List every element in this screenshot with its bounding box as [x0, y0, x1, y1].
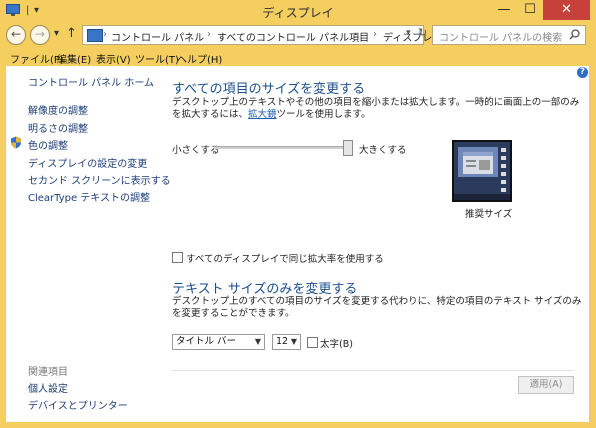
breadcrumb-control-panel[interactable]: コントロール パネル	[111, 29, 204, 44]
section2-description: デスクトップ上のすべての項目のサイズを変更する代わりに、特定の項目のテキスト サ…	[172, 296, 582, 319]
font-size-select-value: 12	[276, 336, 289, 347]
related-link-personalization[interactable]: 個人設定	[28, 380, 68, 395]
apply-button[interactable]: 適用(A)	[518, 376, 574, 394]
breadcrumb-separator: ›	[207, 29, 211, 40]
slider-min-label: 小さくする	[172, 145, 220, 156]
preview-caption: 推奨サイズ	[465, 209, 513, 220]
sidebar-item-resolution[interactable]: 解像度の調整	[28, 102, 88, 117]
forward-button[interactable]: →	[30, 25, 50, 45]
divider	[172, 370, 574, 371]
title-bar[interactable]: | ▾ ディスプレイ — ☐ ✕	[0, 0, 596, 22]
menu-bar: ファイル(F) 編集(E) 表示(V) ツール(T) ヘルプ(H)	[0, 48, 596, 66]
description-text: ツールを使用します。	[276, 109, 371, 120]
close-button[interactable]: ✕	[543, 0, 590, 20]
chevron-down-icon: ▼	[290, 337, 297, 346]
sidebar-item-brightness[interactable]: 明るさの調整	[28, 120, 88, 135]
breadcrumb-separator: ›	[373, 29, 377, 40]
item-select[interactable]: タイトル バー ▼	[172, 334, 265, 350]
size-slider-thumb[interactable]	[343, 140, 353, 156]
section-description: デスクトップ上のテキストやその他の項目を縮小または拡大します。一時的に画面上の一…	[172, 97, 582, 121]
menu-tools[interactable]: ツール(T)	[135, 51, 179, 66]
chevron-down-icon: ▼	[254, 337, 261, 346]
menu-help[interactable]: ヘルプ(H)	[177, 51, 222, 66]
same-scale-checkbox[interactable]	[172, 252, 183, 263]
menu-file[interactable]: ファイル(F)	[10, 51, 64, 66]
sidebar-control-panel-home[interactable]: コントロール パネル ホーム	[28, 74, 154, 89]
help-icon[interactable]: ?	[577, 67, 588, 78]
related-heading: 関連項目	[28, 367, 68, 378]
sidebar-item-color[interactable]: 色の調整	[28, 137, 68, 152]
section-title-text-size: テキスト サイズのみを変更する	[172, 282, 358, 297]
related-link-devices-printers[interactable]: デバイスとプリンター	[28, 397, 128, 412]
sidebar-item-cleartype[interactable]: ClearType テキストの調整	[28, 189, 150, 204]
up-arrow-icon[interactable]: ↑	[66, 26, 77, 41]
maximize-button[interactable]: ☐	[517, 0, 543, 20]
item-select-value: タイトル バー	[176, 336, 237, 347]
same-scale-checkbox-label[interactable]: すべてのディスプレイで同じ拡大率を使用する	[186, 251, 384, 265]
display-window: | ▾ ディスプレイ — ☐ ✕ ← → ▾ ↑ › コントロール パネル › …	[0, 0, 596, 428]
refresh-icon[interactable]: ↻	[418, 26, 427, 39]
sidebar-item-second-screen[interactable]: セカンド スクリーンに表示する	[28, 172, 171, 187]
recent-locations-dropdown-icon[interactable]: ▾	[54, 28, 59, 39]
bold-checkbox-label[interactable]: 太字(B)	[320, 336, 353, 350]
shield-icon	[11, 136, 21, 149]
size-preview-image	[452, 140, 512, 202]
slider-max-label: 大きくする	[359, 145, 407, 156]
section-title-change-size: すべての項目のサイズを変更する	[172, 82, 366, 97]
bold-checkbox[interactable]	[307, 337, 318, 348]
menu-view[interactable]: 表示(V)	[96, 51, 131, 66]
navigation-bar: ← → ▾ ↑ › コントロール パネル › すべてのコントロール パネル項目 …	[0, 22, 596, 48]
magnifier-link[interactable]: 拡大鏡	[248, 109, 277, 120]
breadcrumb-separator: ›	[103, 29, 107, 40]
breadcrumb-all-items[interactable]: すべてのコントロール パネル項目	[217, 29, 369, 44]
content-area: コントロール パネル ホーム 解像度の調整 明るさの調整 色の調整 ディスプレイ…	[6, 66, 589, 422]
search-icon[interactable]	[569, 29, 580, 40]
sidebar-item-display-settings[interactable]: ディスプレイの設定の変更	[28, 155, 147, 170]
search-input[interactable]: コントロール パネルの検索	[432, 25, 586, 45]
address-dropdown-icon[interactable]: ▾	[406, 28, 411, 38]
font-size-select[interactable]: 12 ▼	[272, 334, 301, 350]
menu-edit[interactable]: 編集(E)	[57, 51, 91, 66]
size-slider-track[interactable]	[214, 146, 348, 149]
address-bar[interactable]: › コントロール パネル › すべてのコントロール パネル項目 › ディスプレイ	[82, 25, 442, 45]
back-button[interactable]: ←	[6, 25, 26, 45]
description-text: デスクトップ上のテキストやその他の項目を縮小または拡大します。一時的に画面上の一…	[172, 97, 580, 120]
minimize-button[interactable]: —	[491, 0, 517, 20]
search-placeholder: コントロール パネルの検索	[439, 33, 563, 44]
control-panel-icon	[87, 29, 103, 42]
